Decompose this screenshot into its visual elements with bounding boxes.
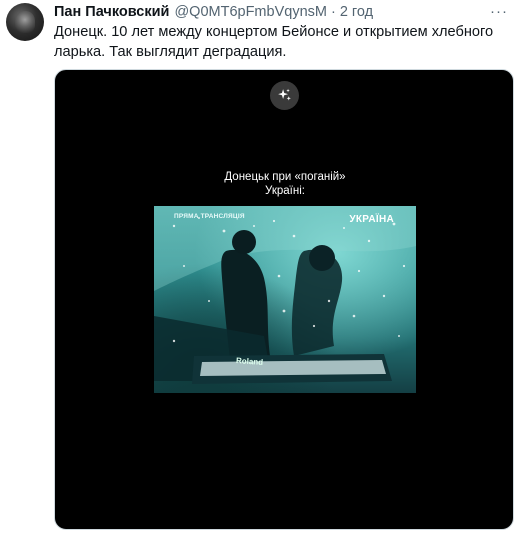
concert-scene [154, 206, 416, 384]
channel-logo: УКРАЇНА [349, 214, 394, 225]
avatar[interactable] [6, 3, 44, 41]
live-broadcast-label: ПРЯМА ТРАНСЛЯЦІЯ [174, 213, 245, 220]
caption-line-2: Україні: [265, 185, 305, 197]
keyboard-brand-label: Roland [235, 356, 264, 367]
tweet-text: Донецк. 10 лет между концертом Бейонсе и… [54, 24, 494, 60]
caption-line-1: Донецьк при «поганій» [224, 171, 346, 183]
sparkles-icon-glyph [278, 88, 291, 101]
media-caption: Донецьк при «поганій» Україні: [55, 170, 513, 198]
sparkles-icon[interactable] [270, 81, 299, 110]
separator-dot: · [330, 4, 336, 20]
tweet[interactable]: Пан Пачковский @Q0MT6pFmbVqynsM · 2 год … [0, 0, 519, 535]
tweet-media[interactable]: Донецьк при «поганій» Україні: ПРЯМА ТРА… [54, 69, 514, 530]
tweet-header: Пан Пачковский @Q0MT6pFmbVqynsM · 2 год [54, 3, 373, 21]
tweet-time[interactable]: 2 год [340, 4, 373, 20]
author-handle[interactable]: @Q0MT6pFmbVqynsM [174, 4, 327, 20]
more-options-icon[interactable]: ··· [489, 3, 509, 20]
video-frame[interactable]: ПРЯМА ТРАНСЛЯЦІЯ УКРАЇНА Roland [154, 206, 416, 393]
author-name[interactable]: Пан Пачковский [54, 4, 169, 20]
